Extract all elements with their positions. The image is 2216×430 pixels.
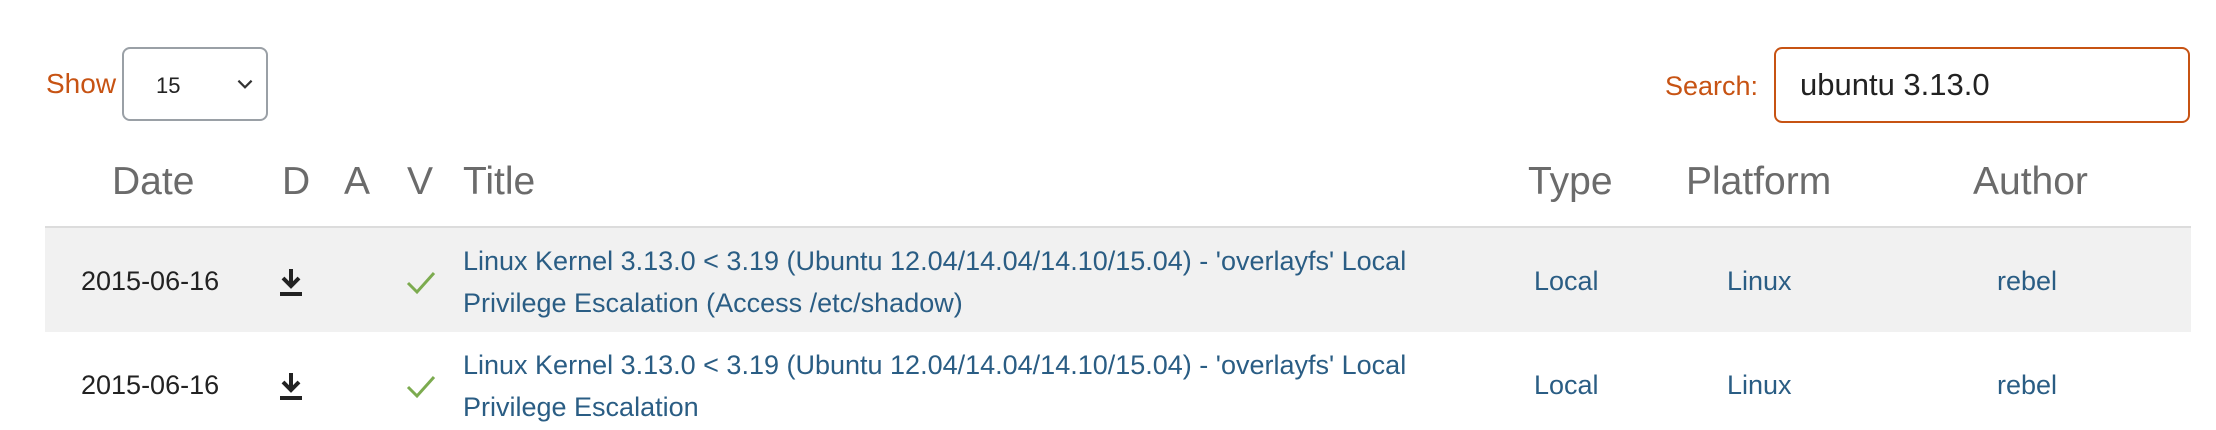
exploit-title-link[interactable]: Linux Kernel 3.13.0 < 3.19 (Ubuntu 12.04… [463,344,1523,428]
verified-check-icon [406,271,436,295]
column-header-date[interactable]: Date [112,160,194,204]
show-label: Show [46,68,117,99]
row-type-link[interactable]: Local [1534,266,1599,297]
row-author-link[interactable]: rebel [1997,266,2057,297]
show-entries-value: 15 [156,73,181,98]
title-line-2: Privilege Escalation (Access /etc/shadow… [463,288,963,318]
row-type-link[interactable]: Local [1534,370,1599,401]
title-line-1: Linux Kernel 3.13.0 < 3.19 (Ubuntu 12.04… [463,350,1407,380]
table-row: 2015-06-16 Linux Kernel 3.13.0 < 3.19 (U… [45,226,2191,336]
column-header-app[interactable]: A [344,160,370,204]
column-header-download[interactable]: D [282,160,310,204]
row-platform-link[interactable]: Linux [1727,370,1792,401]
row-platform-link[interactable]: Linux [1727,266,1792,297]
row-date: 2015-06-16 [81,266,220,296]
table-row: 2015-06-16 Linux Kernel 3.13.0 < 3.19 (U… [45,332,2191,430]
column-header-verified[interactable]: V [407,160,433,204]
exploit-title-link[interactable]: Linux Kernel 3.13.0 < 3.19 (Ubuntu 12.04… [463,240,1523,324]
row-date: 2015-06-16 [81,370,220,400]
column-header-type[interactable]: Type [1528,160,1613,204]
download-icon[interactable] [277,370,305,402]
column-header-platform[interactable]: Platform [1686,160,1831,204]
row-author-link[interactable]: rebel [1997,370,2057,401]
title-line-2: Privilege Escalation [463,392,699,422]
chevron-down-icon [237,79,253,89]
column-header-author[interactable]: Author [1973,160,2088,204]
search-input[interactable] [1774,47,2190,123]
column-header-title[interactable]: Title [463,160,535,204]
search-label: Search: [1665,71,1759,101]
download-icon[interactable] [277,266,305,298]
show-entries-select[interactable]: 15 [122,47,268,121]
exploit-table-page: Show 15 Search: Date D A V Title Type Pl… [0,0,2216,430]
verified-check-icon [406,375,436,399]
title-line-1: Linux Kernel 3.13.0 < 3.19 (Ubuntu 12.04… [463,246,1407,276]
